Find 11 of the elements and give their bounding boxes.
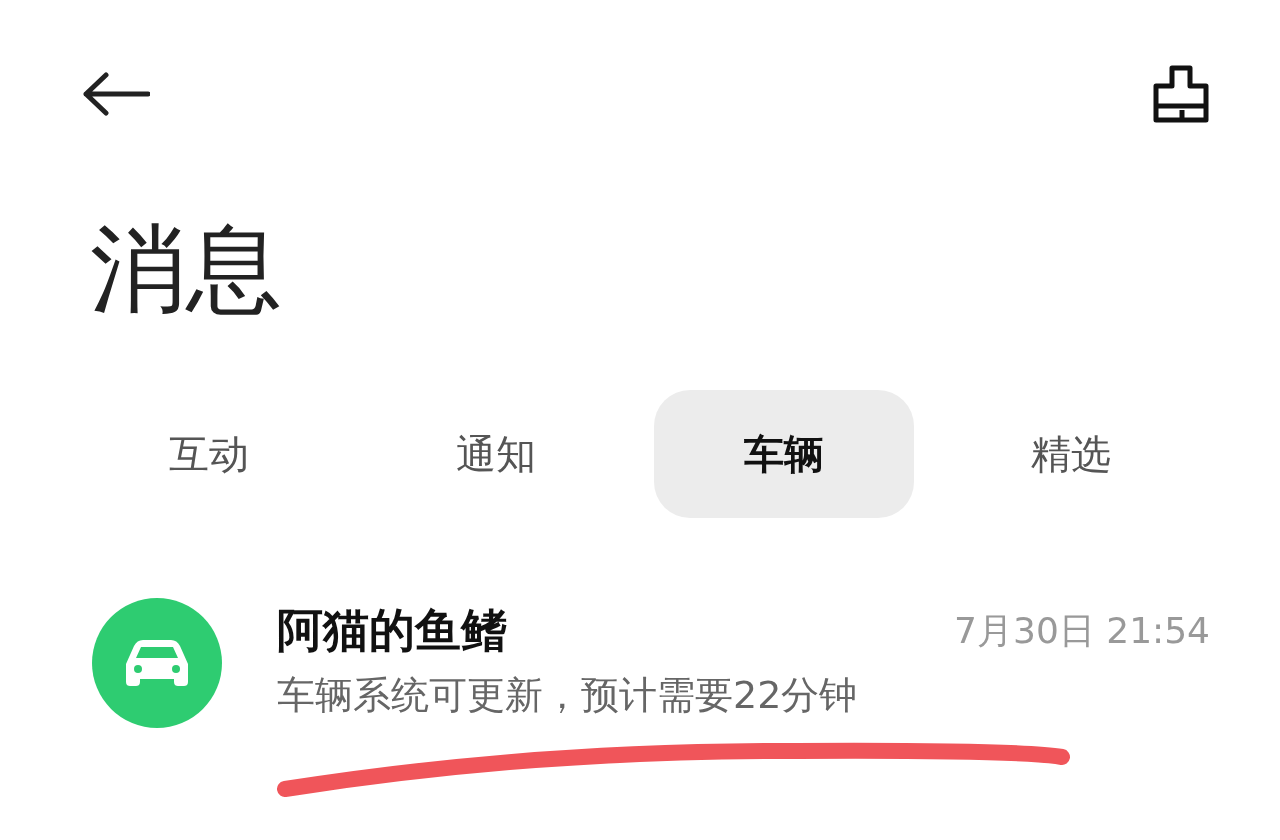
sender-name: 阿猫的鱼鳍 [277,602,507,659]
message-time: 7月30日 21:54 [954,608,1210,653]
page-title: 消息 [90,214,283,324]
message-preview: 车辆系统可更新，预计需要22分钟 [277,672,859,719]
tab[interactable]: 精选 [941,390,1202,518]
brush-icon[interactable] [1152,65,1210,123]
tab[interactable]: 车辆 [653,390,914,518]
tab[interactable]: 通知 [366,390,627,518]
car-icon [92,598,222,728]
back-icon[interactable] [82,72,150,116]
tab[interactable]: 互动 [78,390,339,518]
